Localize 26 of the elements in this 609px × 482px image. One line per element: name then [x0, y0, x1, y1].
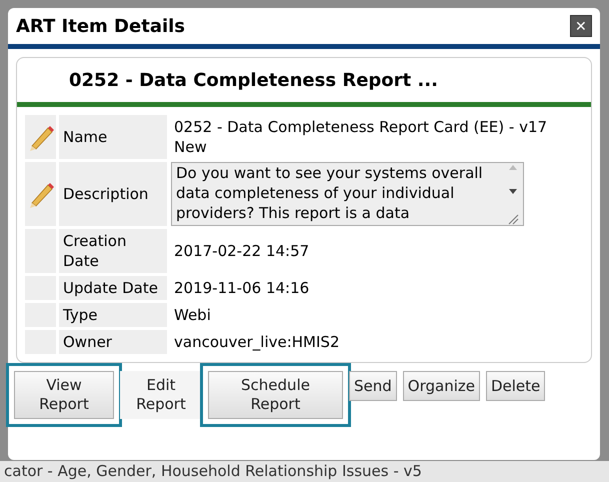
field-label: Name	[59, 115, 167, 159]
field-value: vancouver_live:HMIS2	[173, 332, 340, 353]
pencil-icon[interactable]	[28, 180, 54, 208]
description-field[interactable]: Do you want to see your systems overall data completeness of your individual providers? This report is a data	[171, 162, 524, 226]
resize-grip-icon[interactable]	[507, 213, 519, 225]
scroll-down-icon[interactable]	[508, 188, 518, 196]
field-value: 2017-02-22 14:57	[173, 241, 310, 262]
field-label: Update Date	[59, 276, 167, 300]
field-value: 0252 - Data Completeness Report Card (EE) - v17 New	[173, 117, 548, 158]
window-title: ART Item Details	[16, 16, 186, 36]
action-button[interactable]: Edit Report	[120, 371, 202, 419]
field-label: Creation Date	[59, 229, 167, 273]
field-label: Description	[59, 162, 167, 226]
action-button[interactable]: Schedule Report	[208, 371, 343, 419]
action-button[interactable]: Delete	[486, 371, 546, 401]
card-title: 0252 - Data Completeness Report ...	[17, 58, 591, 107]
field-label: Type	[59, 303, 167, 327]
action-button[interactable]: Send	[349, 371, 397, 401]
field-label: Owner	[59, 330, 167, 354]
action-button[interactable]: View Report	[14, 371, 114, 419]
action-button[interactable]: Organize	[402, 371, 480, 401]
pencil-icon[interactable]	[28, 123, 54, 151]
field-value: Webi	[173, 305, 212, 326]
background-text: cator - Age, Gender, Household Relationship Issues - v5	[0, 461, 609, 482]
field-value: 2019-11-06 14:16	[173, 278, 310, 299]
close-button[interactable]: ✕	[570, 15, 592, 37]
